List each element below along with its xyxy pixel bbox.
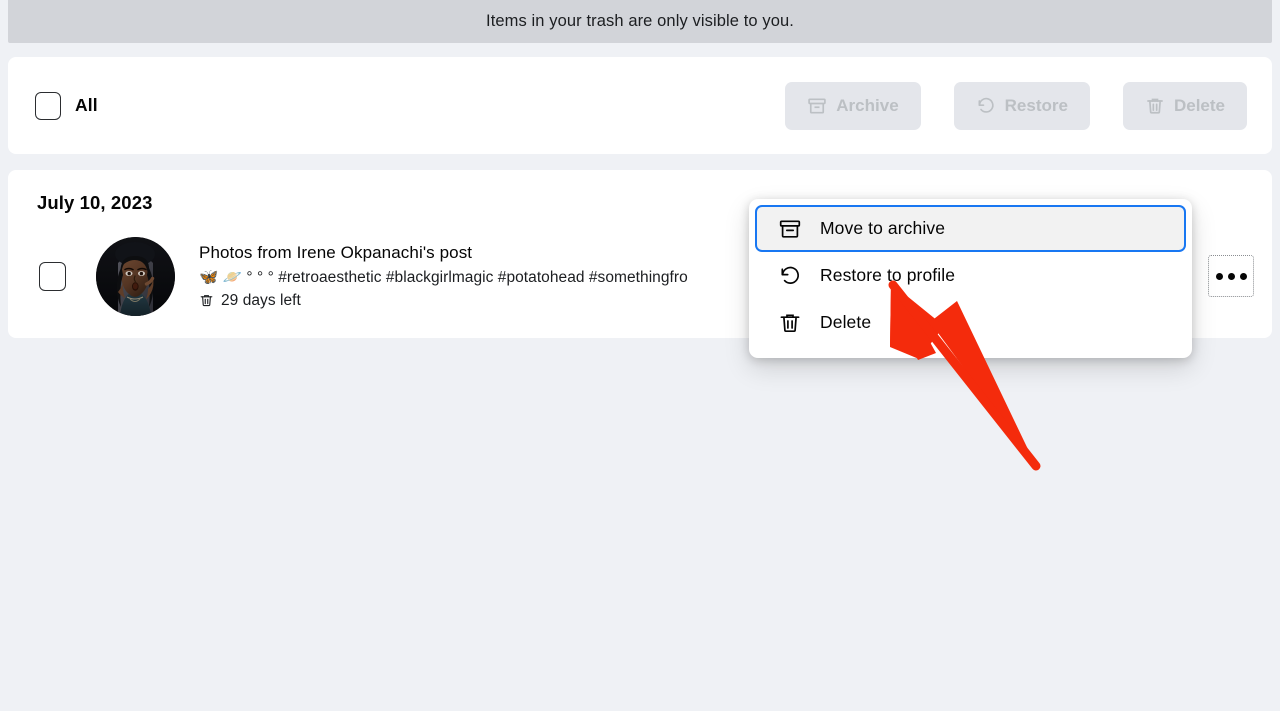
row-checkbox[interactable] [39,261,66,291]
delete-button-label: Delete [1173,96,1225,115]
restore-button[interactable]: Restore [953,81,1090,130]
archive-button[interactable]: Archive [785,81,921,130]
trash-icon [1145,96,1165,116]
ellipsis-icon [1239,272,1247,280]
item-description: 🦋 🪐 ° ° ° #retroaesthetic #blackgirlmagi… [199,268,688,286]
bulk-action-buttons: Archive Restore Delete [785,81,1247,130]
menu-item-label: Delete [820,312,872,332]
select-all-label: All [75,95,98,115]
notice-text: Items in your trash are only visible to … [486,12,794,31]
restore-icon [778,264,802,288]
trash-icon [778,311,802,335]
more-options-button[interactable] [1208,255,1254,297]
trash-notice-banner: Items in your trash are only visible to … [8,0,1272,43]
menu-item-restore-to-profile[interactable]: Restore to profile [755,252,1186,299]
archive-icon [778,217,802,241]
selection-toolbar: All Archive Restore Delete [8,57,1272,154]
select-all-checkbox[interactable] [35,91,61,120]
menu-item-move-to-archive[interactable]: Move to archive [755,205,1186,252]
menu-item-delete[interactable]: Delete [755,299,1186,346]
item-expiry-label: 29 days left [221,291,301,309]
archive-button-label: Archive [836,96,899,115]
restore-button-label: Restore [1004,96,1068,115]
restore-icon [976,96,996,116]
item-context-menu: Move to archive Restore to profile Delet… [749,199,1192,358]
select-all-control[interactable]: All [35,91,98,120]
delete-button[interactable]: Delete [1122,81,1247,130]
ellipsis-icon [1215,272,1223,280]
menu-item-label: Move to archive [820,218,946,238]
ellipsis-icon [1227,272,1235,280]
menu-item-label: Restore to profile [820,265,956,285]
archive-icon [807,96,827,116]
trash-icon [199,293,214,308]
avatar [96,236,175,316]
